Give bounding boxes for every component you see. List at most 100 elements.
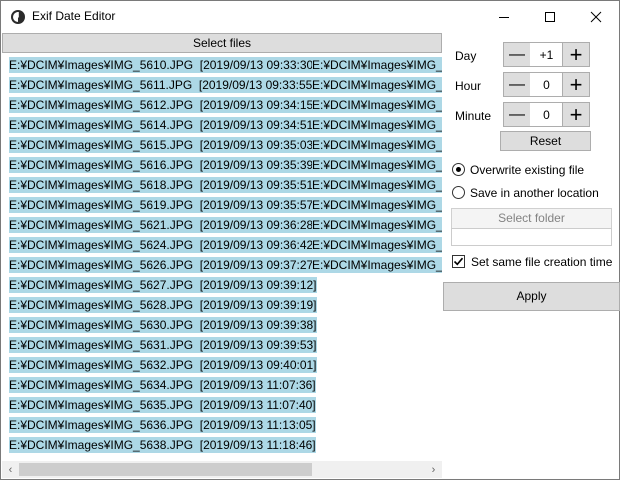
list-item[interactable]: E:¥DCIM¥Images¥IMG_5610.JPG [2019/09/13 … [9,55,317,75]
maximize-button[interactable] [527,1,573,32]
file-entry-text: E:¥DCIM¥Images¥IMG_5 [312,77,442,93]
list-item[interactable]: E:¥DCIM¥Images¥IMG_5634.JPG [2019/09/13 … [9,375,317,395]
file-entry-text: E:¥DCIM¥Images¥IMG_5636.JPG [2019/09/13 … [9,417,316,433]
file-entry-text: E:¥DCIM¥Images¥IMG_5631.JPG [2019/09/13 … [9,337,317,353]
list-item[interactable]: E:¥DCIM¥Images¥IMG_5 [312,255,442,275]
file-entry-text: E:¥DCIM¥Images¥IMG_5624.JPG [2019/09/13 … [9,237,317,253]
minimize-icon [499,16,509,18]
day-decrement-button[interactable]: — [503,42,531,67]
overwrite-label: Overwrite existing file [470,163,585,177]
reset-button[interactable]: Reset [500,131,591,151]
hour-decrement-button[interactable]: — [503,72,531,97]
file-list[interactable]: E:¥DCIM¥Images¥IMG_5610.JPG [2019/09/13 … [2,53,442,461]
file-entry-text: E:¥DCIM¥Images¥IMG_5612.JPG [2019/09/13 … [9,97,317,113]
day-increment-button[interactable]: + [562,42,590,67]
hour-increment-button[interactable]: + [562,72,590,97]
horizontal-scrollbar[interactable]: ‹ › [2,461,442,478]
plus-icon: + [569,41,583,67]
list-item[interactable]: E:¥DCIM¥Images¥IMG_5 [312,115,442,135]
title-bar: Exif Date Editor [1,1,619,32]
file-entry-text: E:¥DCIM¥Images¥IMG_5614.JPG [2019/09/13 … [9,117,317,133]
minute-value[interactable]: 0 [530,102,563,127]
list-item[interactable]: E:¥DCIM¥Images¥IMG_5624.JPG [2019/09/13 … [9,235,317,255]
list-item[interactable]: E:¥DCIM¥Images¥IMG_5621.JPG [2019/09/13 … [9,215,317,235]
scroll-right-icon[interactable]: › [425,461,442,478]
day-value[interactable]: +1 [530,42,563,67]
list-item[interactable]: E:¥DCIM¥Images¥IMG_5618.JPG [2019/09/13 … [9,175,317,195]
list-item[interactable]: E:¥DCIM¥Images¥IMG_5 [312,95,442,115]
file-entry-text: E:¥DCIM¥Images¥IMG_5 [312,117,442,133]
file-entry-text: E:¥DCIM¥Images¥IMG_5 [312,257,442,273]
close-icon [590,11,602,22]
list-item[interactable]: E:¥DCIM¥Images¥IMG_5628.JPG [2019/09/13 … [9,295,317,315]
file-list-column-2: E:¥DCIM¥Images¥IMG_5 E:¥DCIM¥Images¥IMG_5… [312,55,442,275]
list-item[interactable]: E:¥DCIM¥Images¥IMG_5635.JPG [2019/09/13 … [9,395,317,415]
hour-value[interactable]: 0 [530,72,563,97]
file-entry-text: E:¥DCIM¥Images¥IMG_5616.JPG [2019/09/13 … [9,157,317,173]
scrollbar-thumb[interactable] [19,463,312,476]
save-another-label: Save in another location [470,186,599,200]
list-item[interactable]: E:¥DCIM¥Images¥IMG_5 [312,195,442,215]
folder-path-field[interactable] [451,228,612,246]
file-entry-text: E:¥DCIM¥Images¥IMG_5 [312,197,442,213]
plus-icon: + [569,71,583,97]
file-entry-text: E:¥DCIM¥Images¥IMG_5 [312,137,442,153]
minus-icon: — [509,75,525,93]
file-entry-text: E:¥DCIM¥Images¥IMG_5621.JPG [2019/09/13 … [9,217,317,233]
list-item[interactable]: E:¥DCIM¥Images¥IMG_5631.JPG [2019/09/13 … [9,335,317,355]
status-area [442,461,619,478]
file-entry-text: E:¥DCIM¥Images¥IMG_5627.JPG [2019/09/13 … [9,277,317,293]
file-entry-text: E:¥DCIM¥Images¥IMG_5 [312,237,442,253]
minute-decrement-button[interactable]: — [503,102,531,127]
overwrite-radio[interactable] [452,163,465,176]
list-item[interactable]: E:¥DCIM¥Images¥IMG_5 [312,55,442,75]
list-item[interactable]: E:¥DCIM¥Images¥IMG_5626.JPG [2019/09/13 … [9,255,317,275]
file-entry-text: E:¥DCIM¥Images¥IMG_5 [312,157,442,173]
file-entry-text: E:¥DCIM¥Images¥IMG_5630.JPG [2019/09/13 … [9,317,317,333]
save-another-radio[interactable] [452,186,465,199]
file-entry-text: E:¥DCIM¥Images¥IMG_5634.JPG [2019/09/13 … [9,377,316,393]
list-item[interactable]: E:¥DCIM¥Images¥IMG_5614.JPG [2019/09/13 … [9,115,317,135]
minimize-button[interactable] [481,1,527,32]
file-entry-text: E:¥DCIM¥Images¥IMG_5611.JPG [2019/09/13 … [9,77,316,93]
list-item[interactable]: E:¥DCIM¥Images¥IMG_5636.JPG [2019/09/13 … [9,415,317,435]
select-folder-button[interactable]: Select folder [451,208,612,229]
list-item[interactable]: E:¥DCIM¥Images¥IMG_5612.JPG [2019/09/13 … [9,95,317,115]
list-item[interactable]: E:¥DCIM¥Images¥IMG_5630.JPG [2019/09/13 … [9,315,317,335]
file-entry-text: E:¥DCIM¥Images¥IMG_5638.JPG [2019/09/13 … [9,437,316,453]
list-item[interactable]: E:¥DCIM¥Images¥IMG_5632.JPG [2019/09/13 … [9,355,317,375]
plus-icon: + [569,101,583,127]
minute-increment-button[interactable]: + [562,102,590,127]
list-item[interactable]: E:¥DCIM¥Images¥IMG_5 [312,235,442,255]
list-item[interactable]: E:¥DCIM¥Images¥IMG_5619.JPG [2019/09/13 … [9,195,317,215]
checkmark-icon [453,257,464,266]
select-files-button[interactable]: Select files [2,33,442,53]
file-entry-text: E:¥DCIM¥Images¥IMG_5635.JPG [2019/09/13 … [9,397,316,413]
list-item[interactable]: E:¥DCIM¥Images¥IMG_5616.JPG [2019/09/13 … [9,155,317,175]
list-item[interactable]: E:¥DCIM¥Images¥IMG_5 [312,155,442,175]
list-item[interactable]: E:¥DCIM¥Images¥IMG_5615.JPG [2019/09/13 … [9,135,317,155]
close-button[interactable] [573,1,619,32]
list-item[interactable]: E:¥DCIM¥Images¥IMG_5611.JPG [2019/09/13 … [9,75,317,95]
app-window: Exif Date Editor Select files E:¥DCIM¥Im… [0,0,620,480]
file-list-column-1: E:¥DCIM¥Images¥IMG_5610.JPG [2019/09/13 … [9,55,317,455]
file-entry-text: E:¥DCIM¥Images¥IMG_5618.JPG [2019/09/13 … [9,177,317,193]
day-label: Day [455,49,477,63]
file-entry-text: E:¥DCIM¥Images¥IMG_5 [312,177,442,193]
apply-button[interactable]: Apply [443,282,620,311]
file-entry-text: E:¥DCIM¥Images¥IMG_5 [312,57,442,73]
list-item[interactable]: E:¥DCIM¥Images¥IMG_5 [312,75,442,95]
scroll-left-icon[interactable]: ‹ [2,461,19,478]
same-creation-time-label: Set same file creation time [471,255,613,269]
list-item[interactable]: E:¥DCIM¥Images¥IMG_5 [312,215,442,235]
list-item[interactable]: E:¥DCIM¥Images¥IMG_5638.JPG [2019/09/13 … [9,435,317,455]
list-item[interactable]: E:¥DCIM¥Images¥IMG_5 [312,135,442,155]
window-title: Exif Date Editor [32,9,116,23]
file-entry-text: E:¥DCIM¥Images¥IMG_5 [312,217,442,233]
list-item[interactable]: E:¥DCIM¥Images¥IMG_5 [312,175,442,195]
file-entry-text: E:¥DCIM¥Images¥IMG_5632.JPG [2019/09/13 … [9,357,317,373]
list-item[interactable]: E:¥DCIM¥Images¥IMG_5627.JPG [2019/09/13 … [9,275,317,295]
minute-label: Minute [455,109,492,123]
minus-icon: — [509,105,525,123]
same-creation-time-checkbox[interactable] [452,255,465,268]
